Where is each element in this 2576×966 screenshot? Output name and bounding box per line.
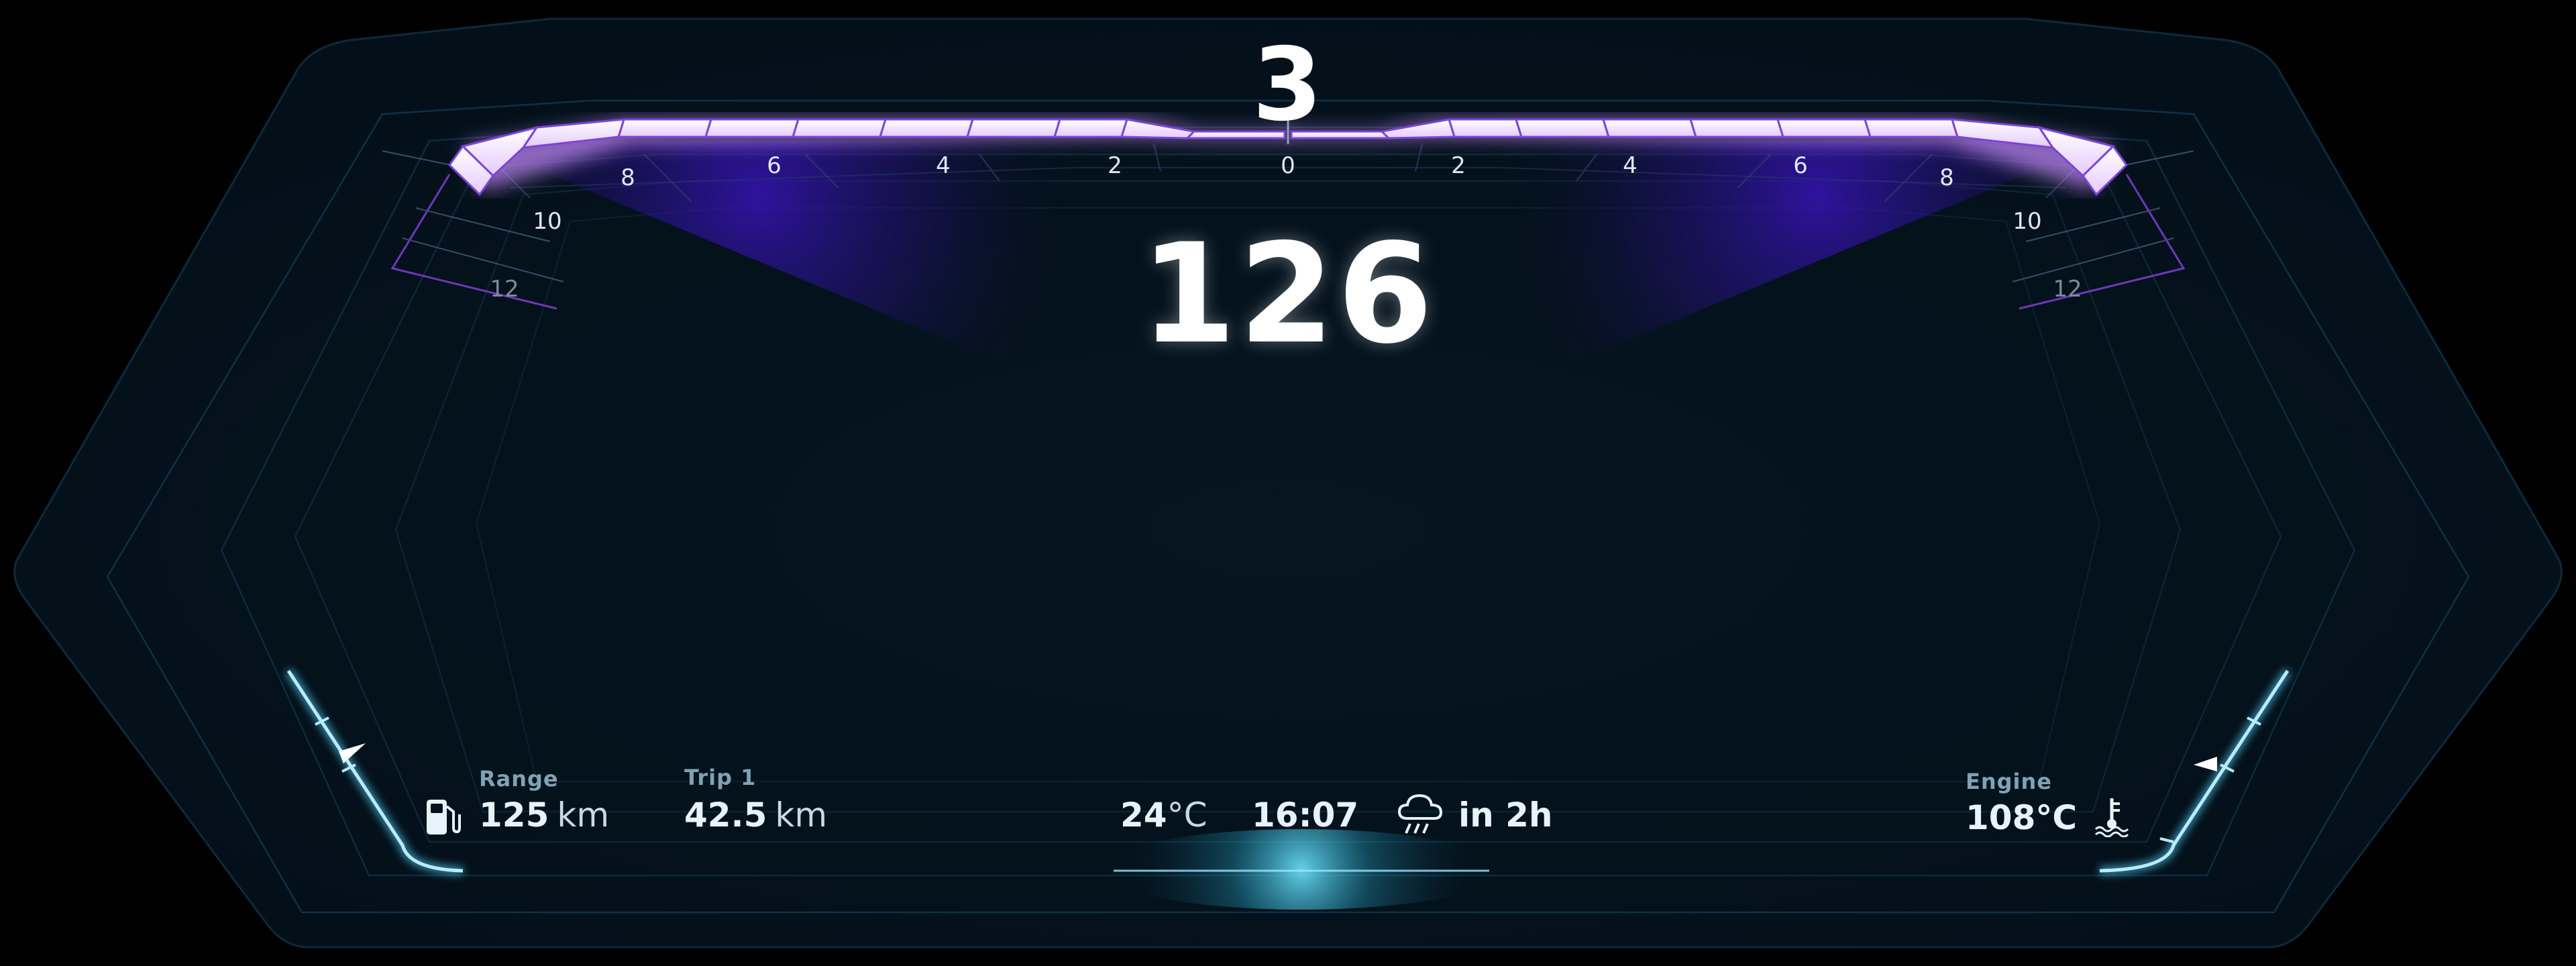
rpm-segment-left-4: [965, 118, 1062, 138]
rpm-segment-right-0: [1447, 118, 1523, 138]
weather-forecast: in 2h: [1458, 796, 1553, 835]
rpm-label-right-10: 10: [2012, 208, 2041, 235]
rpm-segment-left-0: [616, 118, 713, 138]
range-value: 125: [479, 796, 549, 835]
rpm-label-left-2: 2: [1108, 152, 1122, 179]
rpm-segment-right-3: [1688, 118, 1785, 138]
engine-temperature: 108°C: [1966, 798, 2078, 837]
rpm-label-left-4: 4: [936, 152, 951, 179]
rpm-segment-right-4: [1776, 118, 1872, 138]
rpm-label-zero: 0: [1281, 152, 1295, 179]
rpm-label-right-8: 8: [1939, 164, 1954, 191]
engine-label: Engine: [1966, 769, 2052, 794]
clock: 16:07: [1252, 796, 1359, 835]
rpm-label-right-6: 6: [1793, 152, 1808, 179]
rpm-label-left-12: 12: [490, 276, 519, 303]
trip-unit: km: [775, 796, 828, 835]
rpm-segment-left-5: [1053, 118, 1129, 138]
rpm-label-left-6: 6: [767, 152, 782, 179]
gear-indicator: 3: [1252, 27, 1324, 144]
rpm-segment-right-1: [1514, 118, 1611, 138]
rpm-label-right-2: 2: [1451, 152, 1466, 179]
rpm-segment-left-3: [878, 118, 975, 138]
rpm-label-right-4: 4: [1623, 152, 1638, 179]
rain-cloud-icon: [1397, 794, 1443, 834]
range-unit: km: [557, 796, 610, 835]
rpm-label-left-10: 10: [533, 208, 561, 235]
rpm-label-right-12: 12: [2053, 276, 2082, 303]
range-label: Range: [479, 766, 559, 792]
rpm-segment-left-2: [791, 118, 888, 138]
outside-temp-unit: °C: [1167, 796, 1208, 835]
trip-label: Trip 1: [684, 765, 757, 790]
outside-temp-value: 24: [1120, 796, 1167, 835]
bottom-glow: [1100, 829, 1503, 910]
speed-readout: 126: [1140, 215, 1436, 374]
coolant-temperature-icon: [2094, 798, 2129, 837]
trip-readout: 42.5 km: [684, 796, 827, 835]
rpm-segment-left-1: [704, 118, 800, 138]
rpm-segment-right-2: [1601, 118, 1698, 138]
outside-temperature: 24 °C: [1120, 796, 1208, 835]
range-readout: 125 km: [479, 796, 609, 835]
trip-value: 42.5: [684, 796, 767, 835]
rpm-label-left-8: 8: [621, 164, 635, 191]
rpm-segment-right-5: [1863, 118, 1960, 138]
fuel-pump-icon: [427, 800, 461, 835]
